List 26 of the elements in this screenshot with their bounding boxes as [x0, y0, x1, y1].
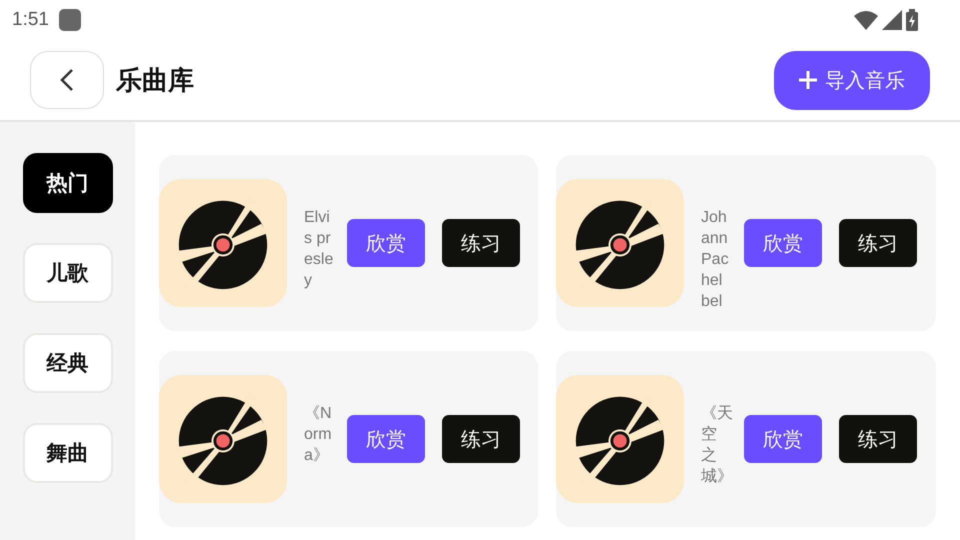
practice-button[interactable]: 练习 [442, 415, 520, 463]
signal-icon [882, 10, 902, 30]
listen-button[interactable]: 欣赏 [744, 219, 822, 267]
category-tab[interactable]: 儿歌 [22, 243, 112, 303]
practice-button[interactable]: 练习 [442, 219, 520, 267]
status-time: 1:51 [12, 9, 49, 31]
back-icon [60, 68, 74, 92]
song-title: 《Norma》 [304, 404, 333, 466]
listen-button[interactable]: 欣赏 [744, 415, 822, 463]
plus-icon [799, 71, 817, 89]
back-button[interactable] [30, 51, 104, 109]
notification-icon [58, 9, 81, 31]
page-title: 乐曲库 [116, 64, 194, 98]
import-music-button[interactable]: 导入音乐 [774, 50, 930, 110]
listen-button[interactable]: 欣赏 [347, 415, 425, 463]
category-tab[interactable]: 热门 [22, 153, 112, 213]
category-tab[interactable]: 经典 [22, 333, 112, 393]
song-title: Johann Pachelbel [701, 208, 730, 312]
song-title: 《天空之城》 [701, 404, 731, 487]
practice-button[interactable]: 练习 [839, 219, 917, 267]
listen-button[interactable]: 欣赏 [347, 219, 425, 267]
song-title: Elvis presley [304, 208, 334, 291]
category-tab[interactable]: 舞曲 [22, 423, 112, 483]
battery-icon [906, 9, 918, 31]
practice-button[interactable]: 练习 [839, 415, 917, 463]
wifi-icon [854, 10, 878, 30]
